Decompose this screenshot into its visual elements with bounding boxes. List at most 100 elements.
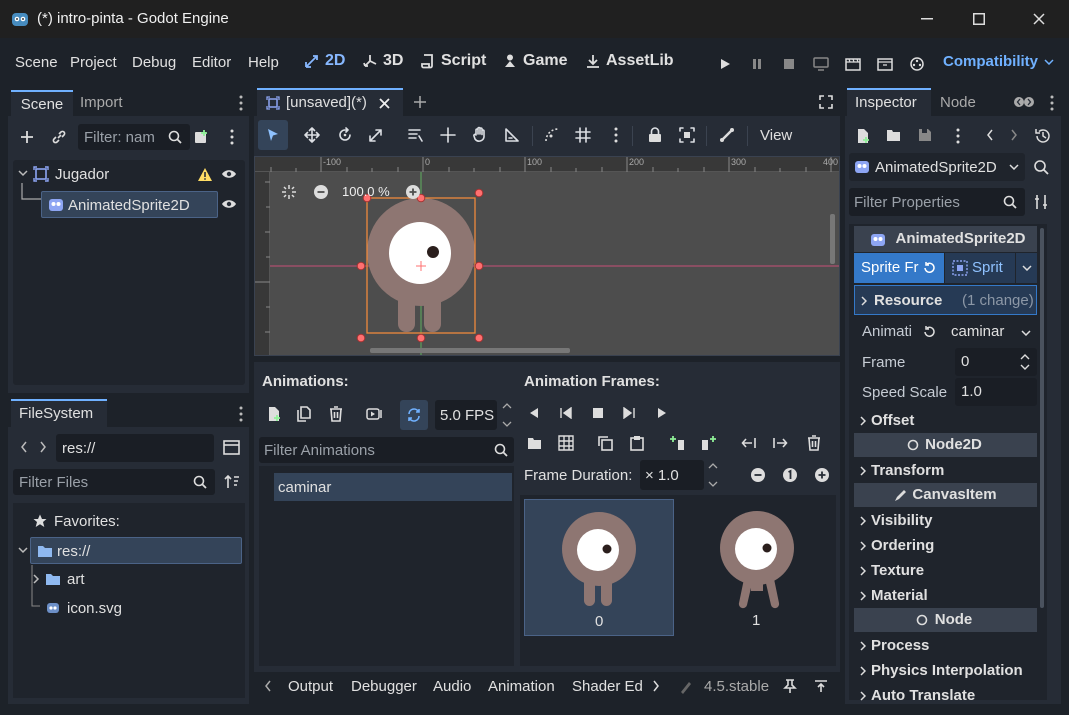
resource-dropdown-button[interactable]: [1016, 253, 1037, 283]
open-folder-icon[interactable]: [886, 128, 902, 142]
scale-tool-icon[interactable]: [368, 127, 384, 143]
filter-properties-input[interactable]: Filter Properties: [849, 188, 1025, 216]
scroll-right-icon[interactable]: [652, 680, 660, 692]
close-tab-icon[interactable]: [379, 98, 390, 109]
play-custom-scene-icon[interactable]: [873, 52, 897, 76]
tab-debugger[interactable]: Debugger: [351, 678, 417, 695]
resource-options-icon[interactable]: [956, 128, 960, 144]
zoom-out-icon[interactable]: [750, 467, 766, 483]
remote-debug-icon[interactable]: [809, 52, 833, 76]
visibility-eye-icon[interactable]: [221, 197, 237, 211]
section-process[interactable]: Process: [854, 633, 1037, 657]
pivot-tool-icon[interactable]: [440, 127, 456, 143]
section-visibility[interactable]: Visibility: [854, 508, 1037, 532]
section-physics-interpolation[interactable]: Physics Interpolation: [854, 658, 1037, 682]
prev-frame-icon[interactable]: [559, 407, 573, 419]
dock-menu-icon[interactable]: [239, 406, 243, 422]
paste-icon[interactable]: [629, 435, 645, 451]
section-material[interactable]: Material: [854, 583, 1037, 607]
scene-options-icon[interactable]: [230, 129, 234, 145]
expand-panel-icon[interactable]: [814, 679, 828, 693]
delete-animation-icon[interactable]: [328, 406, 344, 422]
copy-icon[interactable]: [597, 435, 613, 451]
instance-scene-icon[interactable]: [190, 126, 212, 148]
dock-menu-icon[interactable]: [239, 95, 243, 111]
menu-editor[interactable]: Editor: [192, 54, 231, 71]
zoom-level[interactable]: 100.0 %: [342, 184, 390, 199]
distraction-free-icon[interactable]: [819, 95, 833, 109]
filter-files-input[interactable]: Filter Files: [13, 469, 215, 495]
add-node-button[interactable]: [16, 126, 38, 148]
frame-duration-input[interactable]: × 1.0: [640, 460, 704, 490]
history-back-icon[interactable]: [986, 129, 994, 141]
minimize-button[interactable]: [904, 0, 950, 38]
renderer-dropdown[interactable]: Compatibility: [943, 53, 1054, 70]
spin-arrows-icon[interactable]: [708, 462, 718, 488]
list-select-icon[interactable]: [407, 127, 423, 143]
pin-icon[interactable]: [783, 679, 797, 693]
insert-after-icon[interactable]: [700, 435, 718, 451]
docs-search-icon[interactable]: [1033, 159, 1049, 175]
link-icon[interactable]: [48, 126, 70, 148]
section-texture[interactable]: Texture: [854, 558, 1037, 582]
group-icon[interactable]: [679, 127, 695, 143]
new-animation-icon[interactable]: [266, 406, 282, 422]
collapse-arrow-icon[interactable]: [18, 545, 28, 555]
loop-toggle-button[interactable]: [400, 400, 428, 430]
sprite-sheet-icon[interactable]: [558, 435, 574, 451]
workspace-3d[interactable]: 3D: [362, 52, 403, 70]
dock-arrows-icon[interactable]: [1014, 96, 1034, 108]
canvas-viewport[interactable]: -100 0 100 200 300 400 100.0 %: [254, 156, 840, 356]
history-forward-icon[interactable]: [1010, 129, 1018, 141]
tab-audio[interactable]: Audio: [433, 678, 471, 695]
split-view-icon[interactable]: [223, 440, 240, 455]
tools-icon[interactable]: [1034, 194, 1050, 210]
zoom-in-icon[interactable]: [405, 184, 421, 200]
expand-arrow-icon[interactable]: [32, 574, 40, 584]
fs-item-icon-svg[interactable]: icon.svg: [67, 600, 122, 617]
speed-scale-input[interactable]: 1.0: [955, 378, 1037, 406]
new-tab-icon[interactable]: [413, 95, 427, 109]
tab-shader-editor[interactable]: Shader Edi: [572, 678, 642, 695]
section-offset[interactable]: Offset: [854, 408, 1037, 432]
section-transform[interactable]: Transform: [854, 458, 1037, 482]
autoplay-icon[interactable]: [366, 406, 382, 422]
workspace-script[interactable]: Script: [420, 52, 486, 70]
scene-filter-input[interactable]: Filter: nam: [78, 124, 190, 150]
tab-scene[interactable]: Scene: [11, 90, 73, 116]
stop-anim-icon[interactable]: [592, 407, 604, 419]
warning-icon[interactable]: [197, 167, 213, 182]
workspace-assetlib[interactable]: AssetLib: [585, 52, 674, 70]
play-button[interactable]: [713, 52, 737, 76]
duplicate-animation-icon[interactable]: [296, 406, 312, 422]
collapse-arrow-icon[interactable]: [18, 168, 28, 178]
first-frame-icon[interactable]: [528, 407, 540, 419]
zoom-reset-icon[interactable]: [782, 467, 798, 483]
next-frame-icon[interactable]: [622, 407, 636, 419]
smart-snap-icon[interactable]: [544, 127, 560, 143]
view-menu[interactable]: View: [760, 127, 792, 144]
sort-icon[interactable]: [224, 474, 240, 490]
move-right-icon[interactable]: [773, 436, 789, 450]
snap-options-icon[interactable]: [614, 127, 618, 143]
section-ordering[interactable]: Ordering: [854, 533, 1037, 557]
save-icon[interactable]: [918, 128, 932, 142]
pan-tool-icon[interactable]: [472, 126, 488, 143]
ruler-tool-icon[interactable]: [504, 127, 520, 143]
new-resource-icon[interactable]: [855, 128, 871, 144]
fps-spinbox[interactable]: 5.0 FPS: [435, 400, 497, 430]
delete-frame-icon[interactable]: [806, 435, 822, 451]
rotate-tool-icon[interactable]: [337, 127, 353, 143]
frame-item[interactable]: 0: [524, 499, 674, 636]
tab-unsaved-scene[interactable]: [unsaved](*): [257, 88, 403, 116]
bone-icon[interactable]: [719, 127, 735, 143]
fs-item-art[interactable]: art: [67, 571, 85, 588]
insert-before-icon[interactable]: [668, 435, 686, 451]
select-tool-button[interactable]: [258, 120, 288, 150]
pause-button[interactable]: [745, 52, 769, 76]
scroll-left-icon[interactable]: [264, 680, 272, 692]
menu-debug[interactable]: Debug: [132, 54, 176, 71]
tab-import[interactable]: Import: [80, 94, 123, 111]
maximize-button[interactable]: [956, 0, 1002, 38]
history-icon[interactable]: [1035, 128, 1051, 144]
